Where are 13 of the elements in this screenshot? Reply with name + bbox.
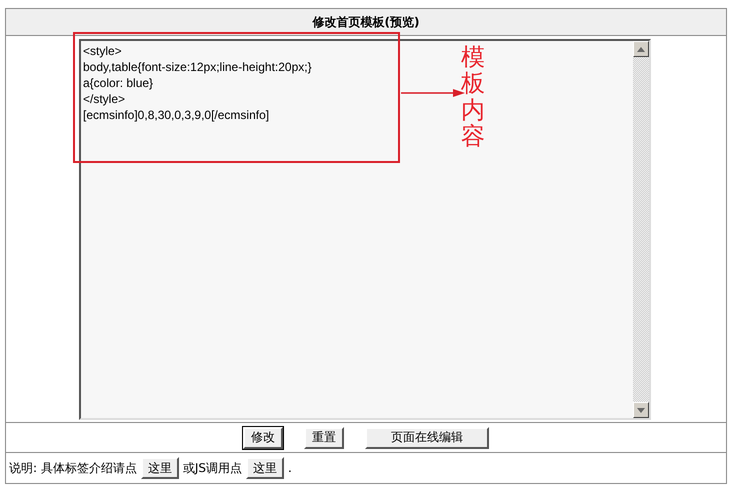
here-link-button[interactable]: 这里 [140,457,179,479]
scroll-up-icon[interactable] [633,41,649,57]
page-title: 修改首页模板(预览) [6,9,726,36]
scroll-down-icon[interactable] [633,402,649,418]
annotation-label: 模板内容 [461,44,485,150]
scrollbar[interactable] [633,41,649,418]
form-button[interactable]: 重置 [304,426,344,448]
form-button[interactable]: 页面在线编辑 [365,426,489,448]
note-text: 或JS调用点 [182,460,242,476]
here-link-button[interactable]: 这里 [246,457,284,479]
note-text: . [288,461,292,475]
form-button[interactable]: 修改 [243,426,283,448]
note-text: 说明: 具体标签介绍请点 [9,460,137,476]
